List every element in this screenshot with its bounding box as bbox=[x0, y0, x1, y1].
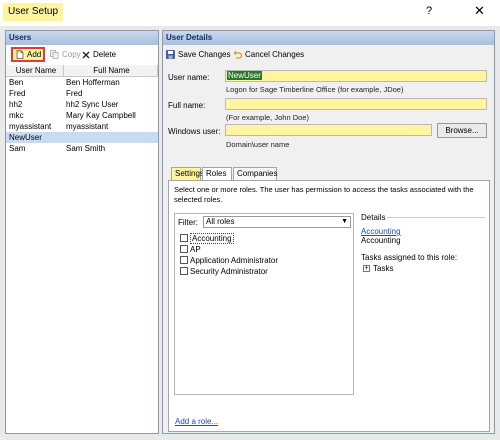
checkbox[interactable] bbox=[180, 234, 188, 243]
role-label: Accounting bbox=[190, 233, 234, 244]
copy-user-button[interactable]: Copy bbox=[50, 49, 81, 61]
users-panel: Users Add Copy Delete User Name Full Nam… bbox=[5, 30, 159, 434]
table-row[interactable]: hh2 hh2 Sync User bbox=[6, 99, 158, 110]
table-row[interactable]: Sam Sam Smith bbox=[6, 143, 158, 154]
role-name: Accounting bbox=[361, 236, 401, 245]
tasks-tree-node[interactable]: + Tasks bbox=[363, 264, 393, 273]
windows-user-hint: Domain\user name bbox=[226, 140, 290, 149]
user-name-cell: hh2 bbox=[9, 100, 23, 109]
add-label: Add bbox=[27, 50, 42, 59]
save-label: Save Changes bbox=[178, 50, 231, 59]
users-table-header: User Name Full Name bbox=[6, 65, 158, 77]
table-row[interactable]: Fred Fred bbox=[6, 88, 158, 99]
full-name-cell: Sam Smith bbox=[66, 144, 106, 153]
filter-label: Filter: bbox=[178, 218, 198, 227]
undo-arrow-icon bbox=[233, 51, 242, 60]
full-name-cell: Fred bbox=[66, 89, 83, 98]
delete-user-button[interactable]: Delete bbox=[82, 49, 116, 61]
filter-value: All roles bbox=[206, 217, 235, 226]
expand-plus-icon[interactable]: + bbox=[363, 265, 370, 273]
column-header-full-name[interactable]: Full Name bbox=[64, 65, 158, 76]
full-name-cell bbox=[64, 132, 158, 143]
users-table: User Name Full Name Ben Ben Hofferman Fr… bbox=[6, 65, 158, 154]
add-user-button[interactable]: Add bbox=[11, 47, 45, 62]
user-name-cell: Fred bbox=[9, 89, 26, 98]
save-disk-icon bbox=[166, 50, 175, 60]
tasks-node-label: Tasks bbox=[373, 264, 394, 273]
delete-label: Delete bbox=[93, 50, 117, 59]
full-name-hint: (For example, John Doe) bbox=[226, 113, 309, 122]
user-details-title: User Details bbox=[163, 31, 494, 45]
user-name-cell: mkc bbox=[9, 111, 24, 120]
windows-user-label: Windows user: bbox=[168, 127, 221, 136]
user-details-panel: User Details Save Changes Cancel Changes… bbox=[162, 30, 495, 434]
column-header-user-name[interactable]: User Name bbox=[6, 65, 64, 76]
cancel-label: Cancel Changes bbox=[245, 50, 305, 59]
checkbox[interactable] bbox=[180, 267, 188, 276]
user-name-label: User name: bbox=[168, 73, 210, 82]
full-name-label: Full name: bbox=[168, 101, 206, 110]
details-title: Details bbox=[361, 213, 386, 222]
details-toolbar: Save Changes Cancel Changes bbox=[163, 47, 494, 63]
full-name-cell: Mary Kay Campbell bbox=[66, 111, 136, 120]
role-item-ap[interactable]: AP bbox=[180, 244, 201, 255]
filter-dropdown[interactable]: All roles ▼ bbox=[203, 216, 351, 228]
roles-tab-content: Select one or more roles. The user has p… bbox=[168, 180, 490, 432]
user-name-cell: NewUser bbox=[9, 133, 42, 142]
cancel-changes-button[interactable]: Cancel Changes bbox=[233, 49, 304, 61]
role-item-accounting[interactable]: Accounting bbox=[180, 233, 234, 244]
checkbox[interactable] bbox=[180, 256, 188, 265]
user-name-cell: myassistant bbox=[9, 122, 52, 131]
full-name-cell: myassistant bbox=[66, 122, 109, 131]
users-toolbar: Add Copy Delete bbox=[6, 47, 158, 63]
user-name-cell: Ben bbox=[9, 78, 24, 87]
window-title: User Setup bbox=[3, 3, 64, 21]
copy-label: Copy bbox=[62, 50, 81, 59]
title-bar: User Setup ? ✕ bbox=[0, 0, 500, 26]
windows-user-field[interactable] bbox=[225, 124, 432, 136]
user-name-cell: Sam bbox=[9, 144, 26, 153]
tasks-assigned-label: Tasks assigned to this role: bbox=[361, 253, 458, 262]
user-name-hint: Logon for Sage Timberline Office (for ex… bbox=[226, 85, 404, 94]
table-row-selected[interactable]: NewUser bbox=[6, 132, 158, 143]
browse-button[interactable]: Browse... bbox=[437, 123, 487, 138]
role-label: Security Administrator bbox=[190, 267, 268, 276]
copy-icon bbox=[50, 50, 59, 60]
details-divider bbox=[387, 217, 485, 218]
new-file-icon bbox=[16, 50, 24, 60]
table-row[interactable]: myassistant myassistant bbox=[6, 121, 158, 132]
close-button[interactable]: ✕ bbox=[474, 3, 485, 19]
chevron-down-icon: ▼ bbox=[341, 218, 348, 225]
role-label: Application Administrator bbox=[190, 256, 279, 265]
delete-x-icon bbox=[82, 51, 90, 59]
user-name-field[interactable]: NewUser bbox=[225, 70, 487, 82]
full-name-field[interactable] bbox=[225, 98, 487, 110]
full-name-cell: hh2 Sync User bbox=[66, 100, 119, 109]
users-panel-title: Users bbox=[6, 31, 158, 45]
roles-description: Select one or more roles. The user has p… bbox=[174, 185, 474, 204]
role-item-application-administrator[interactable]: Application Administrator bbox=[180, 255, 278, 266]
role-label: AP bbox=[190, 245, 201, 254]
full-name-cell: Ben Hofferman bbox=[66, 78, 120, 87]
help-button[interactable]: ? bbox=[426, 5, 432, 17]
checkbox[interactable] bbox=[180, 245, 188, 254]
role-item-security-administrator[interactable]: Security Administrator bbox=[180, 266, 268, 277]
user-name-value: NewUser bbox=[227, 71, 262, 80]
role-link[interactable]: Accounting bbox=[361, 227, 401, 236]
tab-settings[interactable]: Settings bbox=[171, 167, 204, 180]
save-changes-button[interactable]: Save Changes bbox=[166, 49, 230, 61]
table-row[interactable]: mkc Mary Kay Campbell bbox=[6, 110, 158, 121]
tab-roles[interactable]: Roles bbox=[202, 167, 232, 181]
add-role-link[interactable]: Add a role... bbox=[175, 417, 218, 426]
table-row[interactable]: Ben Ben Hofferman bbox=[6, 77, 158, 88]
tab-companies[interactable]: Companies bbox=[233, 167, 277, 180]
roles-list-box: Filter: All roles ▼ Accounting AP Applic… bbox=[174, 213, 354, 395]
